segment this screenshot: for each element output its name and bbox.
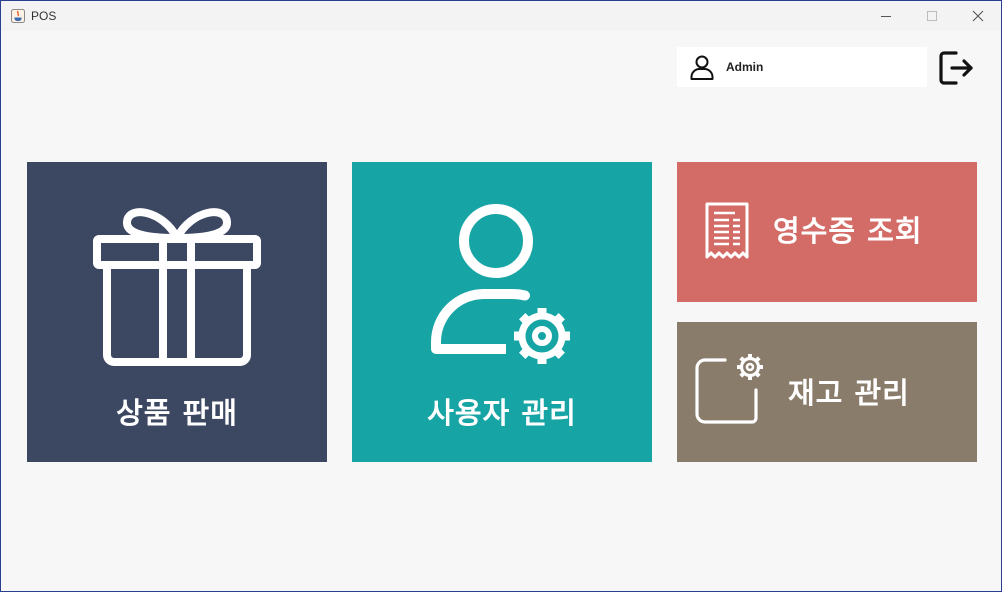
user-name: Admin <box>726 60 764 74</box>
user-management-tile[interactable]: 사용자 관리 <box>352 162 652 462</box>
user-settings-icon <box>431 204 570 364</box>
product-sale-tile[interactable]: 상품 판매 <box>27 162 327 462</box>
product-sale-label: 상품 판매 <box>116 396 238 430</box>
user-icon <box>689 54 715 80</box>
user-panel: Admin <box>677 47 927 87</box>
receipt-lookup-label: 영수증 조회 <box>773 214 923 248</box>
logout-icon <box>939 51 973 85</box>
logout-button[interactable] <box>938 49 976 87</box>
inventory-management-tile[interactable]: 재고 관리 <box>677 322 977 462</box>
receipt-lookup-tile[interactable]: 영수증 조회 <box>677 162 977 302</box>
minimize-button[interactable] <box>863 1 909 31</box>
close-icon <box>972 10 984 22</box>
user-management-label: 사용자 관리 <box>427 396 577 430</box>
window-title: POS <box>31 9 57 23</box>
inventory-management-label: 재고 관리 <box>788 376 910 410</box>
gift-icon <box>93 208 261 366</box>
pos-window: POS Admin 상품 판매 사용자 관리 영수증 조회 재고 관리 <box>0 0 1002 592</box>
minimize-icon <box>881 16 891 17</box>
receipt-icon <box>705 202 749 259</box>
close-button[interactable] <box>955 1 1001 31</box>
maximize-button[interactable] <box>909 1 955 31</box>
maximize-icon <box>927 11 937 21</box>
title-bar[interactable]: POS <box>1 1 1001 31</box>
java-cup-icon <box>10 8 26 24</box>
inventory-settings-icon <box>695 354 763 424</box>
